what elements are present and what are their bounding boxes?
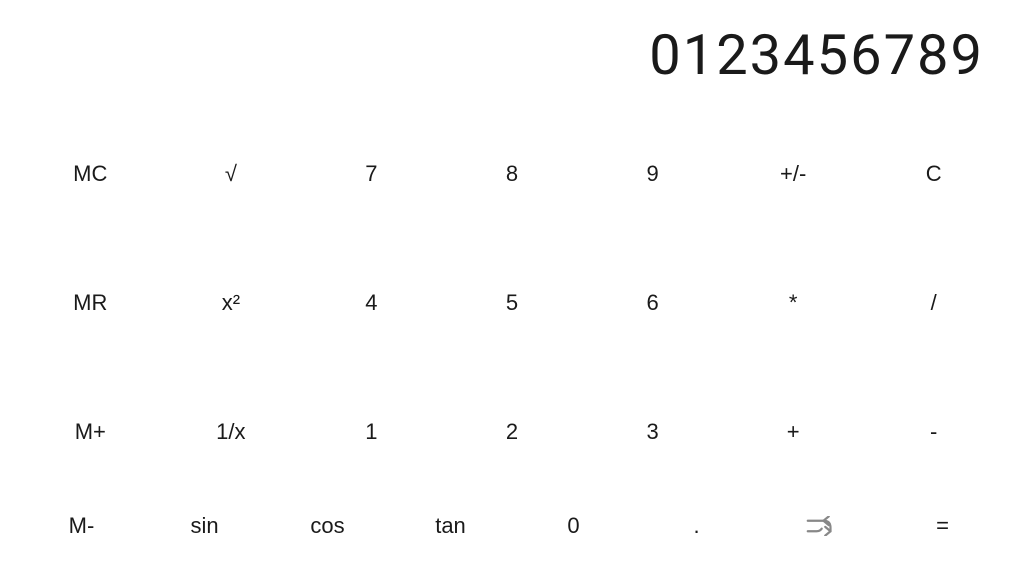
- eight-button[interactable]: 8: [442, 110, 583, 239]
- five-button[interactable]: 5: [442, 239, 583, 368]
- tan-button[interactable]: tan: [389, 496, 512, 556]
- six-button[interactable]: 6: [582, 239, 723, 368]
- square-button[interactable]: x²: [161, 239, 302, 368]
- equals-button[interactable]: =: [881, 496, 1004, 556]
- decimal-button[interactable]: .: [635, 496, 758, 556]
- multiply-button[interactable]: *: [723, 239, 864, 368]
- seven-button[interactable]: 7: [301, 110, 442, 239]
- cos-button[interactable]: cos: [266, 496, 389, 556]
- display-area: 0123456789: [0, 0, 1024, 100]
- buttons-grid: MC√789+/-C MRx²456*/ M+1/x123+- M-sincostan…: [0, 100, 1024, 576]
- clear-button[interactable]: C: [863, 110, 1004, 239]
- sqrt-button[interactable]: √: [161, 110, 302, 239]
- add-button[interactable]: +: [723, 367, 864, 496]
- zero-button[interactable]: 0: [512, 496, 635, 556]
- two-button[interactable]: 2: [442, 367, 583, 496]
- shuffle-icon: [806, 516, 834, 536]
- divide-button[interactable]: /: [863, 239, 1004, 368]
- four-button[interactable]: 4: [301, 239, 442, 368]
- sin-button[interactable]: sin: [143, 496, 266, 556]
- one-button[interactable]: 1: [301, 367, 442, 496]
- mr-button[interactable]: MR: [20, 239, 161, 368]
- plusminus-button[interactable]: +/-: [723, 110, 864, 239]
- nine-button[interactable]: 9: [582, 110, 723, 239]
- display-value: 0123456789: [649, 22, 984, 88]
- mc-button[interactable]: MC: [20, 110, 161, 239]
- calculator: 0123456789 MC√789+/-C MRx²456*/ M+1/x123+-…: [0, 0, 1024, 576]
- three-button[interactable]: 3: [582, 367, 723, 496]
- mminus-button[interactable]: M-: [20, 496, 143, 556]
- mplus-button[interactable]: M+: [20, 367, 161, 496]
- shuffle-button[interactable]: [758, 496, 881, 556]
- subtract-button[interactable]: -: [863, 367, 1004, 496]
- reciprocal-button[interactable]: 1/x: [161, 367, 302, 496]
